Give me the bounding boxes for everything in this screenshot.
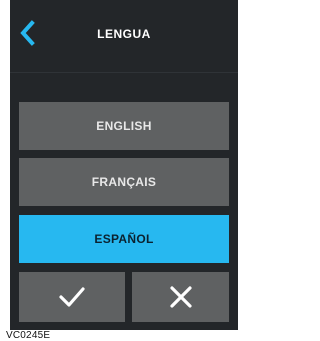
language-option-francais[interactable]: FRANÇAIS: [19, 158, 229, 206]
back-button[interactable]: [18, 20, 40, 46]
close-icon: [169, 286, 192, 308]
language-option-label: ENGLISH: [96, 119, 152, 133]
checkmark-icon: [59, 287, 85, 307]
header-bar: LENGUA: [10, 0, 238, 72]
language-option-english[interactable]: ENGLISH: [19, 102, 229, 150]
language-option-label: ESPAÑOL: [94, 232, 154, 246]
chevron-left-icon: [20, 20, 35, 46]
cancel-button[interactable]: [132, 272, 229, 322]
language-option-label: FRANÇAIS: [91, 175, 157, 189]
confirm-button[interactable]: [19, 272, 125, 322]
device-screen: LENGUA ENGLISH FRANÇAIS ESPAÑOL: [10, 0, 238, 330]
page-title: LENGUA: [97, 27, 151, 41]
figure-caption: VC0245E: [6, 330, 51, 341]
language-option-espanol[interactable]: ESPAÑOL: [19, 215, 229, 263]
header-divider: [10, 72, 238, 73]
